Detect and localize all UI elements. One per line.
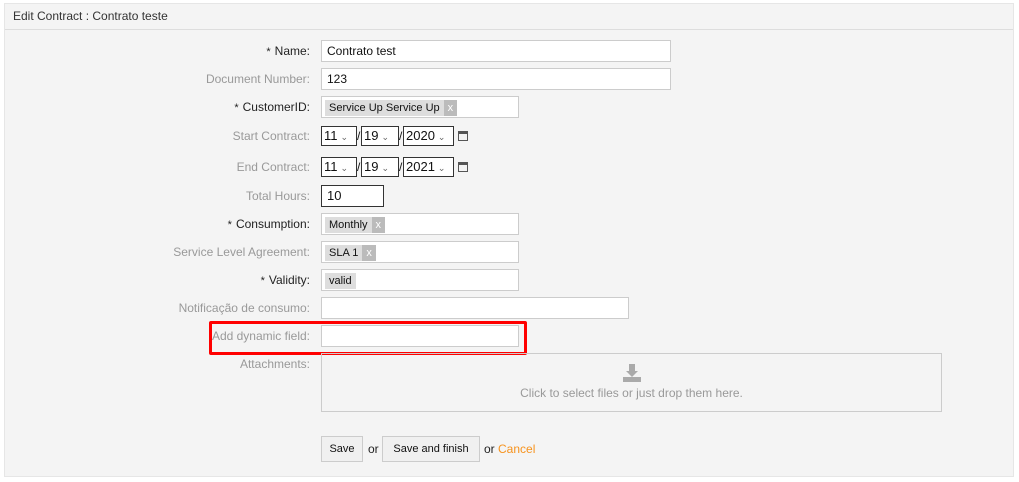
dynamic-field-input[interactable] xyxy=(321,325,519,347)
value: 2021 xyxy=(406,159,435,174)
chevron-down-icon: ⌄ xyxy=(437,132,446,142)
dynamic-field-label: Add dynamic field: xyxy=(211,329,310,343)
label-text: Consumption: xyxy=(235,217,310,231)
tag-text: Monthly xyxy=(329,219,368,231)
date-separator: / xyxy=(399,160,403,174)
or-text: or xyxy=(368,442,379,456)
document-number-input[interactable]: 123 xyxy=(321,68,671,90)
required-icon: * xyxy=(227,219,232,231)
remove-tag-button[interactable]: x xyxy=(371,217,386,233)
calendar-icon[interactable] xyxy=(458,131,468,141)
label-text: CustomerID: xyxy=(242,100,310,114)
name-label: * Name: xyxy=(266,43,310,60)
required-icon: * xyxy=(234,102,239,114)
value: 11 xyxy=(324,128,338,143)
validity-tag: valid xyxy=(325,273,356,289)
save-and-finish-button[interactable]: Save and finish xyxy=(382,436,480,462)
end-month-select[interactable]: 11 ⌄ xyxy=(321,157,357,177)
date-separator: / xyxy=(357,160,361,174)
consumption-tag: Monthly x xyxy=(325,217,386,233)
dropzone-text: Click to select files or just drop them … xyxy=(520,386,743,400)
validity-label: * Validity: xyxy=(261,272,310,289)
value: 2020 xyxy=(406,128,435,143)
customer-tag: Service Up Service Up x xyxy=(325,100,458,116)
chevron-down-icon: ⌄ xyxy=(340,163,349,173)
total-hours-input[interactable]: 10 xyxy=(321,185,384,207)
tag-text: Service Up Service Up xyxy=(329,102,440,114)
notificacao-input[interactable] xyxy=(321,297,629,319)
customer-id-label: * CustomerID: xyxy=(234,99,310,116)
end-year-select[interactable]: 2021 ⌄ xyxy=(403,157,454,177)
end-contract-label: End Contract: xyxy=(236,160,310,174)
attachments-label: Attachments: xyxy=(239,357,310,371)
name-input[interactable]: Contrato test xyxy=(321,40,671,62)
customer-id-input[interactable]: Service Up Service Up x xyxy=(321,96,519,118)
required-icon: * xyxy=(260,275,265,287)
chevron-down-icon: ⌄ xyxy=(340,132,349,142)
total-hours-label: Total Hours: xyxy=(245,189,310,203)
start-contract-label: Start Contract: xyxy=(232,129,310,143)
start-month-select[interactable]: 11 ⌄ xyxy=(321,126,357,146)
sla-label: Service Level Agreement: xyxy=(173,245,310,259)
chevron-down-icon: ⌄ xyxy=(381,163,390,173)
start-year-select[interactable]: 2020 ⌄ xyxy=(403,126,454,146)
document-number-label: Document Number: xyxy=(205,72,310,86)
chevron-down-icon: ⌄ xyxy=(437,163,446,173)
validity-input[interactable]: valid xyxy=(321,269,519,291)
edit-contract-panel: Edit Contract : Contrato teste * Name: Co… xyxy=(4,3,1014,477)
or-text: or xyxy=(484,442,495,456)
end-day-select[interactable]: 19 ⌄ xyxy=(361,157,399,177)
tag-text: SLA 1 xyxy=(329,247,359,259)
required-icon: * xyxy=(266,46,271,58)
date-separator: / xyxy=(357,129,361,143)
start-day-select[interactable]: 19 ⌄ xyxy=(361,126,399,146)
value: 19 xyxy=(364,159,379,174)
label-text: Validity: xyxy=(268,273,310,287)
remove-tag-button[interactable]: x xyxy=(443,100,458,116)
attachments-dropzone[interactable]: Click to select files or just drop them … xyxy=(321,353,942,412)
calendar-icon[interactable] xyxy=(458,162,468,172)
remove-tag-button[interactable]: x xyxy=(362,245,376,261)
download-icon xyxy=(622,364,641,382)
save-button[interactable]: Save xyxy=(321,436,363,462)
label-text: Name: xyxy=(274,44,310,58)
value: 19 xyxy=(364,128,379,143)
date-separator: / xyxy=(399,129,403,143)
consumption-input[interactable]: Monthly x xyxy=(321,213,519,235)
notificacao-label: Notificação de consumo: xyxy=(178,301,310,315)
cancel-link[interactable]: Cancel xyxy=(498,442,535,456)
chevron-down-icon: ⌄ xyxy=(381,132,390,142)
value: 11 xyxy=(324,159,338,174)
page-title: Edit Contract : Contrato teste xyxy=(5,4,1013,30)
sla-input[interactable]: SLA 1x xyxy=(321,241,519,263)
sla-tag: SLA 1x xyxy=(325,245,376,261)
consumption-label: * Consumption: xyxy=(228,216,310,233)
